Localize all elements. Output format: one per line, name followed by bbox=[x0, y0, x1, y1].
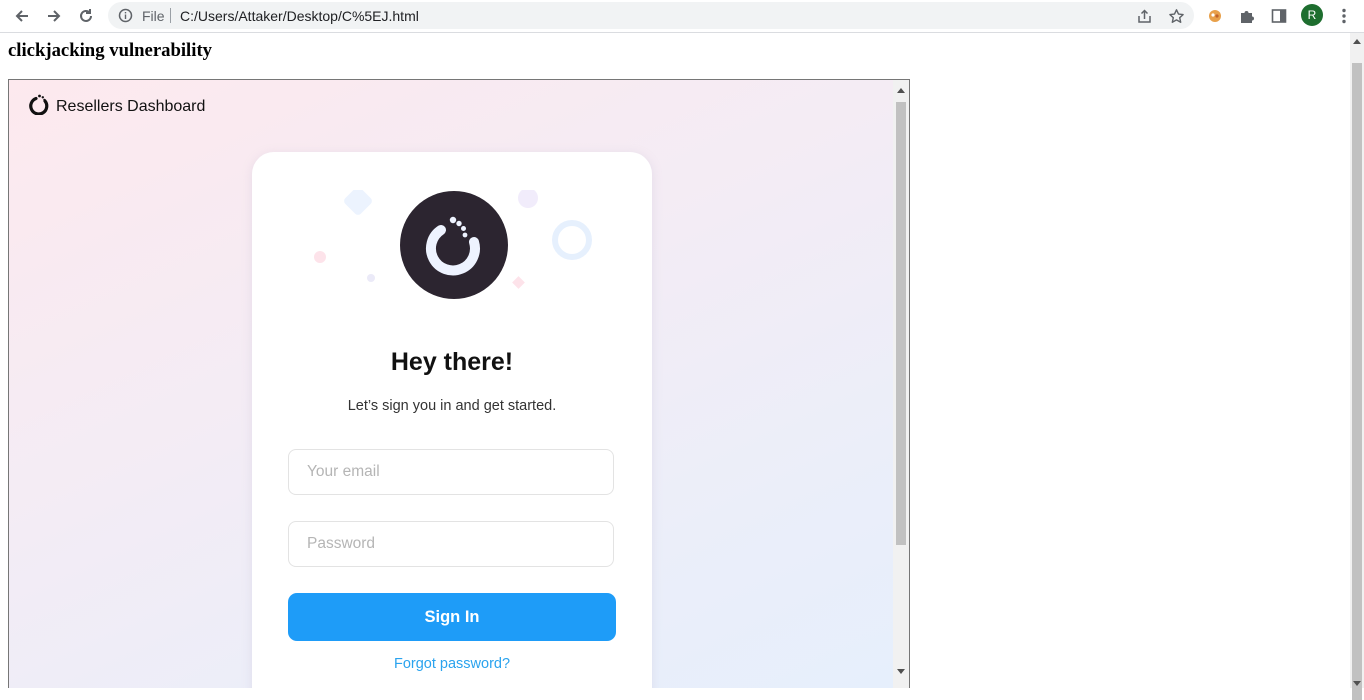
email-field[interactable] bbox=[288, 449, 614, 495]
avatar[interactable]: R bbox=[1301, 4, 1323, 26]
brand-logo-icon bbox=[28, 93, 50, 120]
scrollbar-thumb[interactable] bbox=[1352, 63, 1362, 700]
separator bbox=[170, 8, 171, 23]
puzzle-icon[interactable] bbox=[1236, 5, 1258, 27]
address-bar[interactable]: File C:/Users/Attaker/Desktop/C%5EJ.html bbox=[108, 2, 1194, 29]
login-card: Hey there! Let’s sign you in and get sta… bbox=[252, 152, 652, 688]
menu-icon[interactable] bbox=[1333, 5, 1355, 27]
iframe-scroll-down-arrow-icon[interactable] bbox=[897, 669, 905, 674]
embedded-iframe: Resellers Dashboard Hey there! Let’s sig… bbox=[8, 79, 910, 688]
page-scrollbar[interactable] bbox=[1350, 33, 1364, 700]
forgot-password-link[interactable]: Forgot password? bbox=[252, 656, 652, 672]
page-title: clickjacking vulnerability bbox=[8, 40, 213, 61]
info-icon[interactable] bbox=[118, 8, 133, 23]
url-text[interactable]: C:/Users/Attaker/Desktop/C%5EJ.html bbox=[180, 8, 419, 24]
browser-toolbar: File C:/Users/Attaker/Desktop/C%5EJ.html… bbox=[0, 0, 1364, 33]
iframe-scroll-up-arrow-icon[interactable] bbox=[897, 88, 905, 93]
brand[interactable]: Resellers Dashboard bbox=[28, 93, 205, 120]
iframe-scrollbar[interactable] bbox=[893, 80, 909, 688]
extension-icon[interactable] bbox=[1204, 5, 1226, 27]
scroll-down-arrow-icon[interactable] bbox=[1353, 681, 1361, 686]
share-icon[interactable] bbox=[1135, 7, 1153, 25]
sign-in-button[interactable]: Sign In bbox=[288, 593, 616, 641]
brand-name: Resellers Dashboard bbox=[56, 97, 206, 115]
card-title: Hey there! bbox=[390, 348, 514, 376]
back-icon[interactable] bbox=[10, 4, 34, 28]
logo-illustration bbox=[302, 187, 602, 310]
iframe-scrollbar-thumb[interactable] bbox=[896, 102, 906, 545]
file-label: File bbox=[142, 8, 165, 24]
password-field[interactable] bbox=[288, 521, 614, 567]
side-panel-icon[interactable] bbox=[1268, 5, 1290, 27]
scroll-up-arrow-icon[interactable] bbox=[1353, 39, 1361, 44]
card-subtitle: Let’s sign you in and get started. bbox=[347, 398, 557, 414]
star-icon[interactable] bbox=[1167, 7, 1185, 25]
forward-icon[interactable] bbox=[42, 4, 66, 28]
reload-icon[interactable] bbox=[74, 4, 98, 28]
